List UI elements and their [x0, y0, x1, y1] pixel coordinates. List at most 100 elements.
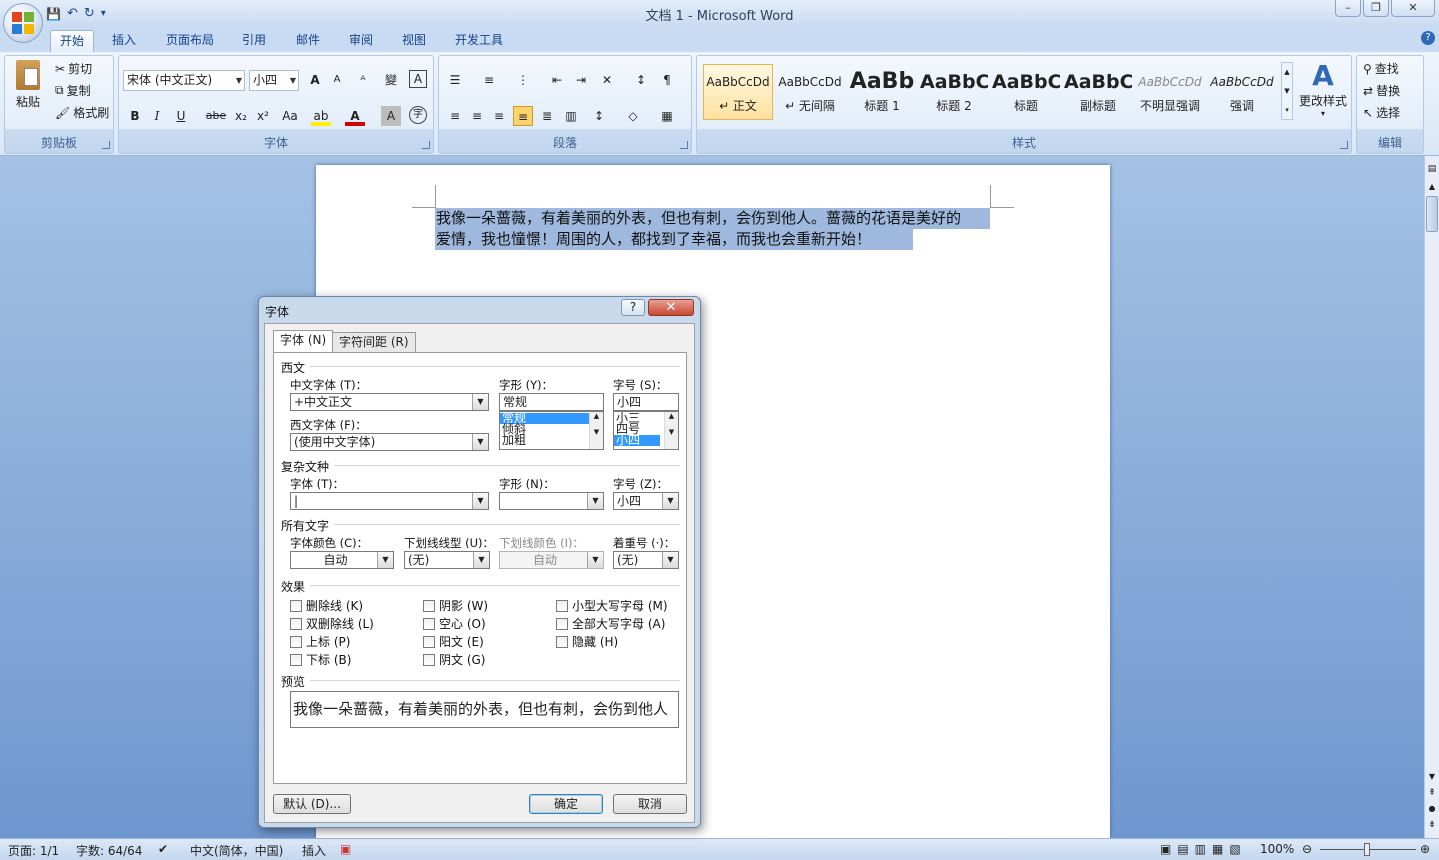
hidden-checkbox[interactable]: 隐藏 (H) [556, 633, 618, 650]
styles-launcher-icon[interactable] [1340, 141, 1348, 149]
style-heading-1[interactable]: AaBb 标题 1 [847, 64, 917, 120]
zoom-level[interactable]: 100% [1260, 842, 1294, 856]
zoom-out-icon[interactable]: ⊖ [1302, 842, 1312, 856]
size-list[interactable]: 小三 四号 小四 ▲ ▼ [613, 411, 679, 450]
emphasis-select[interactable]: (无) ▼ [613, 551, 679, 569]
tab-mailings[interactable]: 邮件 [288, 30, 328, 52]
strikethrough-checkbox[interactable]: 删除线 (K) [290, 597, 363, 614]
clear-format-icon[interactable]: ᴬ [353, 70, 373, 90]
distributed-icon[interactable]: ≣ [537, 106, 557, 126]
tab-developer[interactable]: 开发工具 [447, 30, 511, 52]
shadow-checkbox[interactable]: 阴影 (W) [423, 597, 488, 614]
font-size-combo[interactable]: 小四 ▼ [249, 70, 299, 91]
replace-button[interactable]: ⇄ 替换 [1363, 82, 1400, 99]
increase-indent-icon[interactable]: ⇥ [571, 70, 591, 90]
borders-icon[interactable]: ▦ [657, 106, 677, 126]
tab-view[interactable]: 视图 [394, 30, 434, 52]
view-buttons[interactable]: ▣▤▥▦▧ [1160, 842, 1247, 856]
highlight-button[interactable]: ab [311, 106, 331, 126]
minimize-button[interactable]: – [1335, 0, 1361, 17]
browse-object-icon[interactable]: ● [1426, 804, 1438, 816]
ok-button[interactable]: 确定 [529, 794, 603, 814]
scroll-down-icon[interactable]: ▼ [1426, 772, 1438, 784]
ruler-toggle-icon[interactable]: ▤ [1426, 164, 1438, 178]
tab-insert[interactable]: 插入 [104, 30, 144, 52]
tab-home[interactable]: 开始 [50, 30, 94, 52]
qat-more-icon[interactable]: ▾ [101, 8, 106, 19]
tab-review[interactable]: 审阅 [341, 30, 381, 52]
strikethrough-button[interactable]: abe [203, 106, 229, 126]
select-button[interactable]: ↖ 选择 [1363, 104, 1400, 121]
cancel-button[interactable]: 取消 [613, 794, 687, 814]
engrave-checkbox[interactable]: 阴文 (G) [423, 651, 485, 668]
grow-font-icon[interactable]: A [305, 70, 325, 90]
align-right-icon[interactable]: ≡ [489, 106, 509, 126]
save-icon[interactable]: 💾 [46, 7, 61, 21]
multilevel-list-icon[interactable]: ⋮ [513, 70, 533, 90]
language-status[interactable]: 中文(简体，中国) [190, 842, 283, 859]
west-font-select[interactable]: (使用中文字体) ▼ [290, 433, 489, 451]
office-button[interactable] [3, 3, 43, 43]
style-title[interactable]: AaBbC 标题 [991, 64, 1061, 120]
font-color-button[interactable]: A [345, 106, 365, 126]
align-center-icon[interactable]: ≡ [467, 106, 487, 126]
default-button[interactable]: 默认 (D)... [273, 794, 351, 814]
paragraph-launcher-icon[interactable] [680, 141, 688, 149]
style-heading-2[interactable]: AaBbC 标题 2 [919, 64, 989, 120]
dialog-help-button[interactable]: ? [621, 299, 645, 316]
cut-button[interactable]: ✂ 剪切 [55, 60, 92, 77]
help-icon[interactable]: ? [1421, 31, 1435, 45]
complex-font-select[interactable]: | ▼ [290, 492, 489, 510]
font-launcher-icon[interactable] [422, 141, 430, 149]
tab-page-layout[interactable]: 页面布局 [158, 30, 222, 52]
page-count[interactable]: 页面: 1/1 [8, 842, 59, 859]
char-border-icon[interactable]: A [409, 70, 427, 88]
decrease-indent-icon[interactable]: ⇤ [547, 70, 567, 90]
underline-button[interactable]: U [171, 106, 191, 126]
superscript-checkbox[interactable]: 上标 (P) [290, 633, 350, 650]
insert-mode[interactable]: 插入 [302, 842, 326, 859]
bullets-icon[interactable]: ☰ [445, 70, 465, 90]
paste-button[interactable]: 粘贴 [11, 60, 45, 110]
list-scrollbar[interactable]: ▲ ▼ [589, 412, 603, 449]
style-normal[interactable]: AaBbCcDd ↵ 正文 [703, 64, 773, 120]
document-text-line[interactable]: 爱情，我也憧憬！周围的人，都找到了幸福，而我也会重新开始！ [435, 229, 913, 250]
tab-char-spacing[interactable]: 字符间距 (R) [332, 332, 416, 352]
size-input[interactable]: 小四 [613, 393, 679, 411]
change-case-button[interactable]: Aa [277, 106, 303, 126]
next-page-icon[interactable]: ⇟ [1426, 820, 1438, 832]
undo-icon[interactable]: ↶ [67, 6, 78, 21]
shrink-font-icon[interactable]: A [327, 70, 347, 90]
style-emphasis[interactable]: AaBbCcDd 强调 [1207, 64, 1277, 120]
line-spacing-icon[interactable]: ↕ [589, 106, 609, 126]
column-icon[interactable]: ▥ [561, 106, 581, 126]
all-caps-checkbox[interactable]: 全部大写字母 (A) [556, 615, 665, 632]
bold-button[interactable]: B [125, 106, 145, 126]
macro-record-icon[interactable]: ▣ [340, 842, 351, 856]
underline-style-select[interactable]: (无) ▼ [404, 551, 490, 569]
zoom-slider-thumb[interactable] [1364, 843, 1370, 856]
sort-icon[interactable]: ↕ [631, 70, 651, 90]
close-button[interactable]: ✕ [1391, 0, 1435, 17]
numbering-icon[interactable]: ≡ [479, 70, 499, 90]
tab-font[interactable]: 字体 (N) [273, 330, 334, 353]
complex-style-select[interactable]: ▼ [499, 492, 604, 510]
subscript-checkbox[interactable]: 下标 (B) [290, 651, 351, 668]
italic-button[interactable]: I [147, 106, 167, 126]
style-no-spacing[interactable]: AaBbCcDd ↵ 无间隔 [775, 64, 845, 120]
superscript-button[interactable]: x² [253, 106, 273, 126]
maximize-button[interactable]: ❐ [1363, 0, 1389, 17]
cn-font-select[interactable]: +中文正文 ▼ [290, 393, 489, 411]
find-button[interactable]: ⚲ 查找 [1363, 60, 1399, 77]
change-styles-button[interactable]: A 更改样式 ▾ [1295, 60, 1351, 119]
char-shading-button[interactable]: A [381, 106, 401, 126]
align-left-icon[interactable]: ≡ [445, 106, 465, 126]
font-color-select[interactable]: 自动 ▼ [290, 551, 394, 569]
prev-page-icon[interactable]: ⇞ [1426, 788, 1438, 800]
word-count[interactable]: 字数: 64/64 [76, 842, 142, 859]
emboss-checkbox[interactable]: 阳文 (E) [423, 633, 484, 650]
scroll-up-icon[interactable]: ▲ [1426, 182, 1438, 194]
list-item[interactable]: 小四 [614, 434, 660, 446]
styles-scroll[interactable]: ▲ ▼ ▾ [1281, 62, 1293, 120]
list-scrollbar[interactable]: ▲ ▼ [664, 412, 678, 449]
